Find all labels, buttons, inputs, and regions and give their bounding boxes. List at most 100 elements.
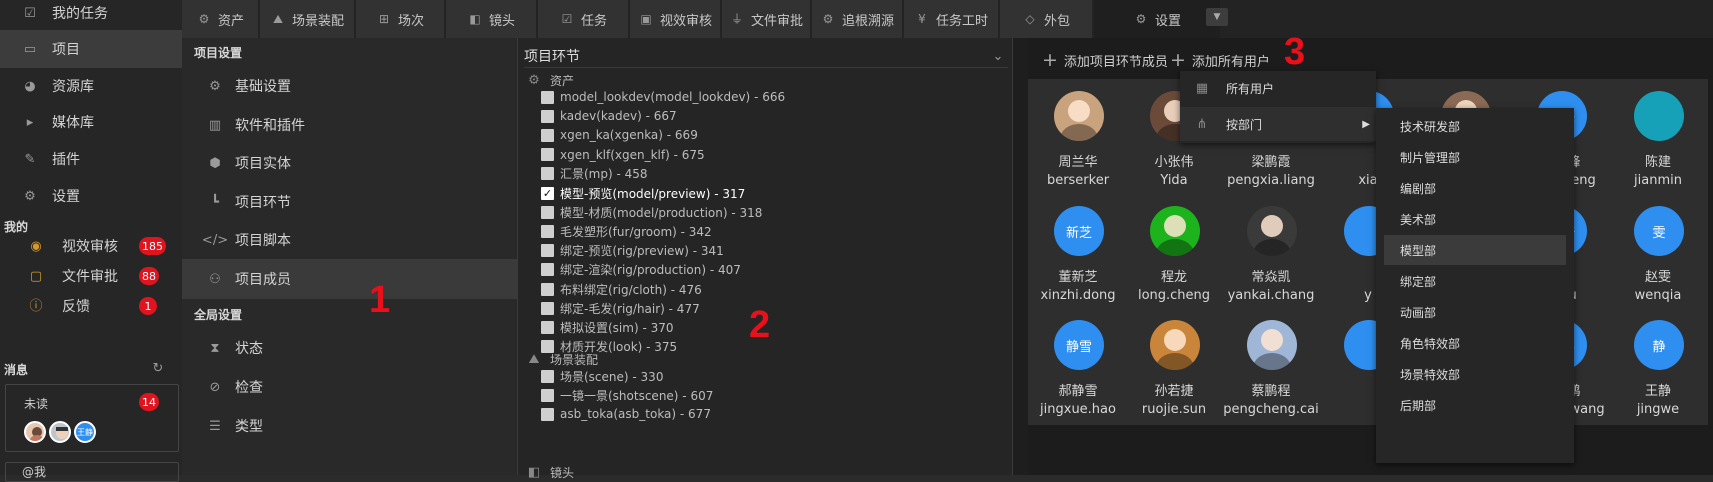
department-item[interactable]: 美术部 xyxy=(1384,204,1566,234)
trace-icon: ⚙ xyxy=(822,12,834,26)
stage-checkbox[interactable] xyxy=(541,224,554,238)
avatar[interactable] xyxy=(24,421,46,443)
stage-checkbox[interactable] xyxy=(541,167,554,181)
stage-row[interactable]: 一镜一景(shotscene) - 607 xyxy=(541,385,713,405)
nav-media-library[interactable]: ▸ 媒体库 xyxy=(0,103,182,141)
tab-assets[interactable]: ⚙ 资产 xyxy=(182,0,258,38)
stage-checkbox[interactable] xyxy=(541,90,554,104)
stage-checkbox[interactable] xyxy=(541,388,554,402)
stage-row[interactable]: 绑定-毛发(rig/hair) - 477 xyxy=(541,298,700,318)
mine-feedback[interactable]: ⓘ 反馈 1 xyxy=(0,292,182,320)
at-me-box[interactable]: @我 xyxy=(5,462,179,482)
member-card[interactable]: 常焱凯 yankai.chang xyxy=(1221,194,1321,311)
stage-checkbox[interactable] xyxy=(541,369,554,383)
stage-row[interactable]: ✓ 模型-预览(model/preview) - 317 xyxy=(541,183,745,203)
tab-tasks[interactable]: ☑ 任务 xyxy=(538,0,628,38)
stage-checkbox[interactable] xyxy=(541,301,554,315)
department-item[interactable]: 制片管理部 xyxy=(1384,142,1566,172)
mine-vfx-review[interactable]: ◉ 视效审核 185 xyxy=(0,232,182,260)
menu-all-users[interactable]: ▦ 所有用户 xyxy=(1180,71,1376,105)
tab-shots[interactable]: ◧ 镜头 xyxy=(446,0,536,38)
tab-dropdown-button[interactable]: ▼ xyxy=(1206,8,1228,26)
nav-my-tasks[interactable]: ☑ 我的任务 xyxy=(0,0,182,32)
nav-plugins[interactable]: ✎ 插件 xyxy=(0,140,182,178)
department-item[interactable]: 后期部 xyxy=(1384,391,1566,421)
stage-row[interactable]: 模拟设置(sim) - 370 xyxy=(541,317,674,337)
member-card[interactable]: 蔡鹏程 pengcheng.cai xyxy=(1221,308,1321,425)
department-item[interactable]: 技术研发部 xyxy=(1384,111,1566,141)
stage-row[interactable]: model_lookdev(model_lookdev) - 666 xyxy=(541,87,785,107)
member-card[interactable]: 静王静 jingwe xyxy=(1608,308,1708,425)
department-item[interactable]: 绑定部 xyxy=(1384,267,1566,297)
stage-row[interactable]: 绑定-渲染(rig/production) - 407 xyxy=(541,260,741,280)
stage-row[interactable]: xgen_klf(xgen_klf) - 675 xyxy=(541,145,705,165)
refresh-icon[interactable]: ↻ xyxy=(150,360,166,376)
stage-row[interactable]: 汇景(mp) - 458 xyxy=(541,164,648,184)
stage-checkbox[interactable] xyxy=(541,205,554,219)
settings-members[interactable]: ⚇ 项目成员 xyxy=(182,259,517,299)
nav-settings[interactable]: ⚙ 设置 xyxy=(0,177,182,215)
nav-resource-library[interactable]: ◕ 资源库 xyxy=(0,67,182,105)
tab-settings[interactable]: ⚙ 设置 xyxy=(1094,0,1220,38)
stage-checkbox[interactable] xyxy=(541,244,554,258)
member-card[interactable]: 雯赵雯 wenqia xyxy=(1608,194,1708,311)
avatar[interactable]: 王静 xyxy=(74,421,96,443)
stage-checkbox[interactable] xyxy=(541,263,554,277)
tab-sequences[interactable]: ⊞ 场次 xyxy=(356,0,444,38)
stage-row[interactable]: xgen_ka(xgenka) - 669 xyxy=(541,125,698,145)
stage-row[interactable]: 场景(scene) - 330 xyxy=(541,366,663,386)
unread-messages-box[interactable]: 未读 14 王静 xyxy=(5,384,179,452)
settings-types[interactable]: ☰ 类型 xyxy=(182,406,517,446)
eye-icon: ◉ xyxy=(30,238,42,254)
tab-outsource[interactable]: ◇ 外包 xyxy=(1000,0,1092,38)
avatar[interactable] xyxy=(49,421,71,443)
stage-checkbox[interactable] xyxy=(541,282,554,296)
stage-row[interactable]: kadev(kadev) - 667 xyxy=(541,106,677,126)
stage-row[interactable]: 绑定-预览(rig/preview) - 341 xyxy=(541,241,724,261)
add-all-users-button[interactable]: + 添加所有用户 xyxy=(1170,48,1270,72)
nav-projects[interactable]: ▭ 项目 xyxy=(0,30,182,68)
member-card[interactable]: 孙若捷 ruojie.sun xyxy=(1124,308,1224,425)
tab-vfx-review[interactable]: ▣ 视效审核 xyxy=(630,0,720,38)
stage-row[interactable]: asb_toka(asb_toka) - 677 xyxy=(541,404,711,424)
settings-entities[interactable]: ⬢ 项目实体 xyxy=(182,143,517,183)
settings-software-plugins[interactable]: ▥ 软件和插件 xyxy=(182,105,517,145)
stage-group-header[interactable]: ◧ 镜头 xyxy=(526,464,574,481)
stage-row[interactable]: 毛发塑形(fur/groom) - 342 xyxy=(541,221,712,241)
settings-check[interactable]: ⊘ 检查 xyxy=(182,367,517,407)
tab-task-hours[interactable]: ¥ 任务工时 xyxy=(904,0,998,38)
settings-status[interactable]: ⧗ 状态 xyxy=(182,328,517,368)
menu-by-department[interactable]: ⋔ 按部门 ▶ xyxy=(1180,107,1376,141)
member-card[interactable]: 陈建 jianmin xyxy=(1608,79,1708,196)
department-item[interactable]: 角色特效部 xyxy=(1384,329,1566,359)
member-name: 蔡鹏程 xyxy=(1251,384,1291,399)
member-card[interactable]: 周兰华 berserker xyxy=(1028,79,1128,196)
chevron-down-icon[interactable]: ⌄ xyxy=(990,48,1006,64)
stage-row[interactable]: 模型-材质(model/production) - 318 xyxy=(541,202,762,222)
tab-scene-assembly[interactable]: ⛰ 场景装配 xyxy=(260,0,354,38)
stages-header[interactable]: 项目环节 ⌄ xyxy=(524,46,1008,68)
member-card[interactable]: 静雪 郝静雪 jingxue.hao xyxy=(1028,308,1128,425)
department-item[interactable]: 动画部 xyxy=(1384,298,1566,328)
settings-stages[interactable]: ┗ 项目环节 xyxy=(182,182,517,222)
member-name: 赵雯 xyxy=(1644,270,1671,285)
add-stage-member-button[interactable]: + 添加项目环节成员 xyxy=(1042,48,1168,72)
stage-checkbox[interactable] xyxy=(541,109,554,123)
stage-checkbox[interactable]: ✓ xyxy=(541,186,554,200)
stage-checkbox[interactable] xyxy=(541,407,554,421)
stage-checkbox[interactable] xyxy=(541,148,554,162)
mine-file-approval[interactable]: ▢ 文件审批 88 xyxy=(0,262,182,290)
member-card[interactable]: 程龙 long.cheng xyxy=(1124,194,1224,311)
tab-trace[interactable]: ⚙ 追根溯源 xyxy=(812,0,902,38)
stage-checkbox[interactable] xyxy=(541,320,554,334)
member-username: wenqia xyxy=(1634,288,1682,303)
stage-row[interactable]: 布料绑定(rig/cloth) - 476 xyxy=(541,279,702,299)
department-item[interactable]: 模型部 xyxy=(1384,235,1566,266)
tab-file-approval[interactable]: ⏚ 文件审批 xyxy=(722,0,810,38)
department-item[interactable]: 场景特效部 xyxy=(1384,360,1566,390)
department-item[interactable]: 编剧部 xyxy=(1384,173,1566,203)
settings-basic[interactable]: ⚙ 基础设置 xyxy=(182,66,517,106)
member-card[interactable]: 新芝 董新芝 xinzhi.dong xyxy=(1028,194,1128,311)
settings-scripts[interactable]: </> 项目脚本 xyxy=(182,220,517,260)
stage-checkbox[interactable] xyxy=(541,128,554,142)
